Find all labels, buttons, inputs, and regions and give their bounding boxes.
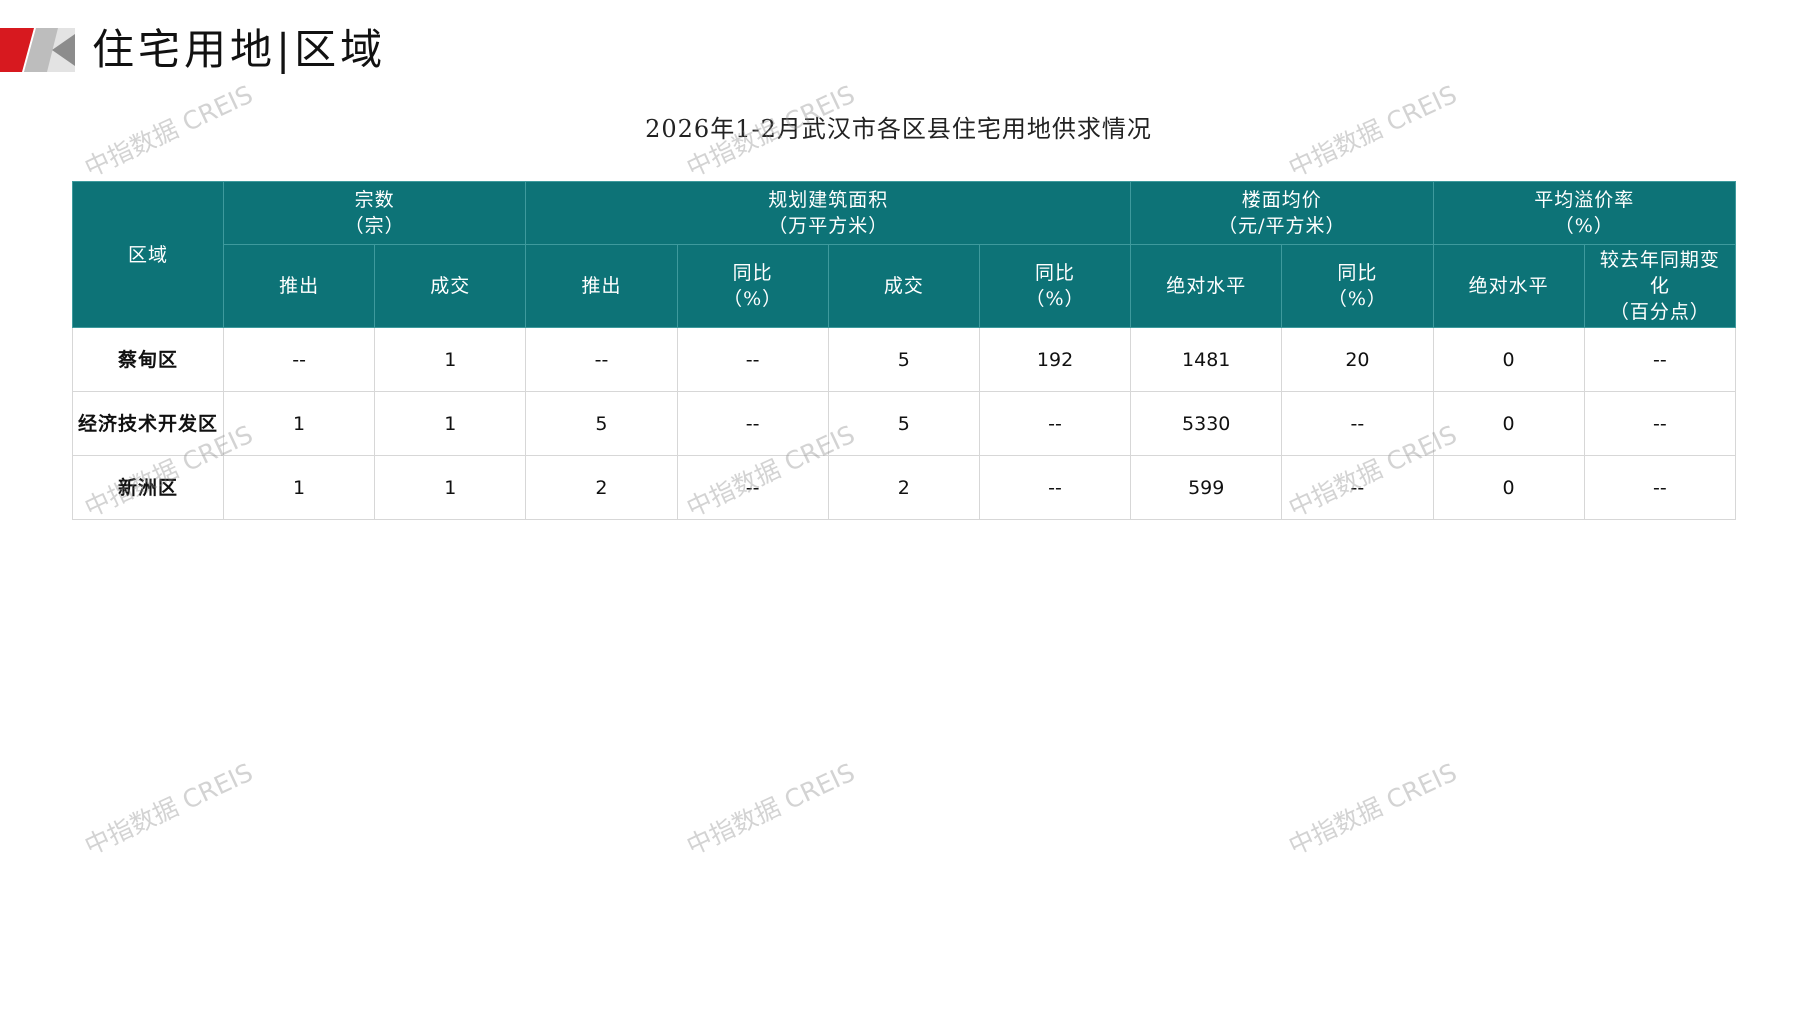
brand-logo-icon (0, 28, 75, 72)
subheader-cell: 绝对水平 (1130, 244, 1283, 328)
table-cell: 2 (525, 455, 678, 520)
subheader-cell: 同比 （%） (978, 244, 1132, 328)
table-cell: 599 (1130, 455, 1283, 520)
header-row-subcolumns: 推出 成交 推出 同比 （%） 成交 同比 （%） 绝对水平 同比 （%） 绝对水平 … (73, 244, 1737, 328)
table-cell: -- (525, 327, 678, 392)
table-cell: 1 (374, 455, 527, 520)
table-cell: 1 (374, 327, 527, 392)
table-cell: -- (676, 327, 829, 392)
region-cell: 蔡甸区 (72, 327, 224, 392)
subheader-cell: 同比 （%） (1281, 244, 1434, 328)
table-cell: -- (1281, 391, 1434, 456)
column-group-area: 规划建筑面积 （万平方米） (525, 181, 1132, 245)
table-cell: 5 (525, 391, 678, 456)
subheader-cell: 较去年同期变化 （百分点） (1583, 244, 1737, 328)
table-cell: 5330 (1130, 391, 1283, 456)
table-cell: -- (1281, 455, 1434, 520)
page: 住宅用地|区域 2026年1-2月武汉市各区县住宅用地供求情况 区域 宗数 （宗）… (0, 0, 1797, 1010)
subheader-cell: 成交 (374, 244, 527, 328)
table-cell: 1 (222, 455, 376, 520)
subheader-cell: 推出 (525, 244, 678, 328)
table-title: 2026年1-2月武汉市各区县住宅用地供求情况 (645, 115, 1152, 143)
subheader-cell: 绝对水平 (1432, 244, 1585, 328)
column-header-region: 区域 (72, 181, 224, 328)
subheader-cell: 推出 (222, 244, 376, 328)
table-row: 经济技术开发区 1 1 5 -- 5 -- 5330 -- 0 -- (72, 391, 1737, 456)
table-cell: 1481 (1130, 327, 1283, 392)
table-cell: -- (222, 327, 376, 392)
subheader-cell: 成交 (827, 244, 980, 328)
table-cell: 5 (827, 391, 980, 456)
page-title: 住宅用地|区域 (92, 25, 387, 74)
column-group-count: 宗数 （宗） (222, 181, 527, 245)
subheader-cell: 同比 （%） (676, 244, 829, 328)
table-cell: 20 (1281, 327, 1434, 392)
watermark: 中指数据 CREIS (80, 757, 258, 861)
header-row-groups: 区域 宗数 （宗） 规划建筑面积 （万平方米） 楼面均价 （元/平方米） 平均溢价率（… (72, 181, 1736, 328)
table-row: 蔡甸区 -- 1 -- -- 5 192 1481 20 0 -- (72, 327, 1737, 392)
table-cell: -- (1583, 391, 1737, 456)
table-cell: 1 (222, 391, 376, 456)
table-row: 新洲区 1 1 2 -- 2 -- 599 -- 0 -- (72, 455, 1737, 520)
table-cell: -- (1583, 455, 1737, 520)
table-cell: -- (1583, 327, 1737, 392)
column-group-premium-rate: 平均溢价率 （%） (1432, 181, 1736, 245)
table-cell: -- (978, 391, 1132, 456)
column-group-floor-price: 楼面均价 （元/平方米） (1130, 181, 1434, 245)
region-cell: 新洲区 (72, 455, 224, 520)
table-cell: 5 (827, 327, 980, 392)
table-cell: 1 (374, 391, 527, 456)
table-cell: -- (978, 455, 1132, 520)
table-cell: -- (676, 455, 829, 520)
table-cell: 2 (827, 455, 980, 520)
table-cell: 0 (1432, 455, 1585, 520)
table-cell: 0 (1432, 391, 1585, 456)
watermark: 中指数据 CREIS (682, 757, 860, 861)
watermark: 中指数据 CREIS (1284, 757, 1462, 861)
table-cell: 192 (978, 327, 1132, 392)
table-cell: -- (676, 391, 829, 456)
land-supply-table: 区域 宗数 （宗） 规划建筑面积 （万平方米） 楼面均价 （元/平方米） 平均溢价率（… (72, 181, 1737, 520)
table-cell: 0 (1432, 327, 1585, 392)
region-cell: 经济技术开发区 (72, 391, 224, 456)
